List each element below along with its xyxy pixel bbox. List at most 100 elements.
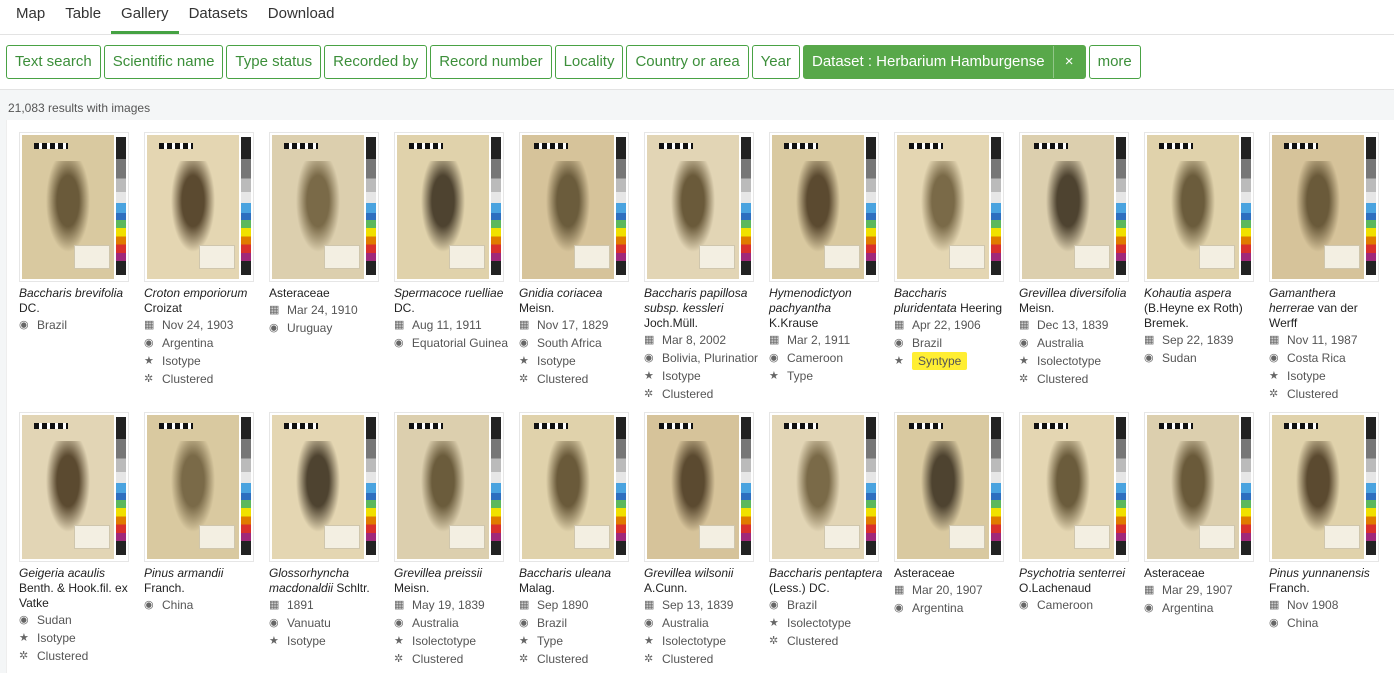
gallery-card[interactable]: Psychotria senterrei O.Lachenaud ◉ Cameroo… (1019, 412, 1133, 614)
card-date: ▦ Nov 1908 (1269, 596, 1383, 614)
card-title[interactable]: Grevillea wilsonii A.Cunn. (644, 566, 758, 596)
card-title[interactable]: Hymenodictyon pachyantha K.Krause (769, 286, 883, 331)
specimen-image[interactable] (394, 132, 504, 282)
gallery-card[interactable]: Baccharis papillosa subsp. kessleri Joch… (644, 132, 758, 403)
results-count-text: 21,083 results with images (8, 101, 151, 115)
specimen-image[interactable] (519, 412, 629, 562)
gallery-card[interactable]: Asteraceae ▦ Mar 24, 1910 ◉ Uruguay (269, 132, 383, 337)
card-country: ◉ Argentina (894, 599, 1008, 617)
card-title[interactable]: Pinus armandii Franch. (144, 566, 258, 596)
gallery-card[interactable]: Baccharis uleana Malag. ▦ Sep 1890 ◉ Brazil ★… (519, 412, 633, 668)
card-title[interactable]: Baccharis brevifolia DC. (19, 286, 133, 316)
card-title[interactable]: Pinus yunnanensis Franch. (1269, 566, 1383, 596)
globe-icon: ◉ (144, 599, 154, 611)
card-title[interactable]: Glossorhyncha macdonaldii Schltr. (269, 566, 383, 596)
gallery-card[interactable]: Gamanthera herrerae van der Werff ▦ Nov 11… (1269, 132, 1383, 403)
filter-country-or-area[interactable]: Country or area (626, 45, 749, 79)
gallery-card[interactable]: Glossorhyncha macdonaldii Schltr. ▦ 1891 ◉ V… (269, 412, 383, 650)
specimen-image[interactable] (644, 412, 754, 562)
star-icon: ★ (519, 635, 529, 647)
card-title[interactable]: Spermacoce ruelliae DC. (394, 286, 508, 316)
gallery-card[interactable]: Asteraceae ▦ Mar 20, 1907 ◉ Argentina (894, 412, 1008, 617)
card-title[interactable]: Croton emporiorum Croizat (144, 286, 258, 316)
specimen-image[interactable] (269, 412, 379, 562)
gallery-card[interactable]: Grevillea wilsonii A.Cunn. ▦ Sep 13, 1839 ◉… (644, 412, 758, 668)
tab-download[interactable]: Download (258, 0, 345, 34)
specimen-image[interactable] (1144, 132, 1254, 282)
card-country: ◉ South Africa (519, 334, 633, 352)
filter-year[interactable]: Year (751, 45, 800, 79)
scale-bar (1159, 423, 1193, 429)
card-cluster: ✲ Clustered (394, 650, 508, 668)
gallery-card[interactable]: Kohautia aspera (B.Heyne ex Roth) Bremek… (1144, 132, 1258, 367)
filter-dataset-active[interactable]: Dataset : Herbarium Hamburgense × (802, 45, 1086, 79)
card-title[interactable]: Kohautia aspera (B.Heyne ex Roth) Bremek… (1144, 286, 1258, 331)
filter-locality[interactable]: Locality (554, 45, 624, 79)
tab-gallery[interactable]: Gallery (111, 0, 179, 34)
card-title[interactable]: Asteraceae (1144, 566, 1258, 581)
specimen-image[interactable] (1019, 412, 1129, 562)
card-title[interactable]: Baccharis uleana Malag. (519, 566, 633, 596)
card-title[interactable]: Baccharis pentaptera (Less.) DC. (769, 566, 883, 596)
specimen-image[interactable] (19, 412, 129, 562)
gallery-card[interactable]: Croton emporiorum Croizat ▦ Nov 24, 1903 ◉ A… (144, 132, 258, 388)
gallery-card[interactable]: Grevillea preissii Meisn. ▦ May 19, 1839 ◉ A… (394, 412, 508, 668)
gallery-card[interactable]: Spermacoce ruelliae DC. ▦ Aug 11, 1911 ◉ Equ… (394, 132, 508, 352)
specimen-image[interactable] (1269, 132, 1379, 282)
close-icon[interactable]: × (1052, 46, 1085, 78)
specimen-image[interactable] (519, 132, 629, 282)
filter-scientific-name[interactable]: Scientific name (103, 45, 224, 79)
specimen-image[interactable] (394, 412, 504, 562)
more-filters-button[interactable]: more (1088, 45, 1141, 79)
tab-datasets[interactable]: Datasets (179, 0, 258, 34)
tab-map[interactable]: Map (6, 0, 55, 34)
specimen-image[interactable] (1269, 412, 1379, 562)
author-name: Schltr. (336, 581, 370, 595)
gallery-card[interactable]: Pinus armandii Franch. ◉ China (144, 412, 258, 614)
gallery-card[interactable]: Baccharis pluridentata Heering ▦ Apr 22, 1… (894, 132, 1008, 370)
card-meta: Hymenodictyon pachyantha K.Krause ▦ Mar 2,… (769, 282, 883, 385)
card-title[interactable]: Asteraceae (894, 566, 1008, 581)
specimen-image[interactable] (144, 132, 254, 282)
card-title[interactable]: Psychotria senterrei O.Lachenaud (1019, 566, 1133, 596)
cluster-icon: ✲ (644, 388, 654, 400)
color-chart (616, 137, 626, 275)
tab-table[interactable]: Table (55, 0, 111, 34)
card-title[interactable]: Asteraceae (269, 286, 383, 301)
filter-recorded-by[interactable]: Recorded by (324, 45, 428, 79)
gallery-card[interactable]: Baccharis pentaptera (Less.) DC. ◉ Brazil ★… (769, 412, 883, 650)
filter-record-number[interactable]: Record number (430, 45, 552, 79)
specimen-image[interactable] (769, 412, 879, 562)
filter-text-search[interactable]: Text search (6, 45, 101, 79)
gallery-card[interactable]: Gnidia coriacea Meisn. ▦ Nov 17, 1829 ◉ Sout… (519, 132, 633, 388)
specimen-image[interactable] (644, 132, 754, 282)
gallery-card[interactable]: Hymenodictyon pachyantha K.Krause ▦ Mar 2,… (769, 132, 883, 385)
specimen-image[interactable] (1019, 132, 1129, 282)
specimen-image[interactable] (1144, 412, 1254, 562)
filter-type-status[interactable]: Type status (226, 45, 322, 79)
globe-icon: ◉ (19, 319, 29, 331)
card-title[interactable]: Baccharis papillosa subsp. kessleri Joch… (644, 286, 758, 331)
gallery-card[interactable]: Baccharis brevifolia DC. ◉ Brazil (19, 132, 133, 334)
specimen-image[interactable] (894, 412, 1004, 562)
card-type: ★ Syntype (894, 352, 1008, 370)
card-title[interactable]: Gnidia coriacea Meisn. (519, 286, 633, 316)
gallery-card[interactable]: Pinus yunnanensis Franch. ▦ Nov 1908 ◉ China (1269, 412, 1383, 632)
gallery-card[interactable]: Geigeria acaulis Benth. & Hook.fil. ex V… (19, 412, 133, 665)
card-title[interactable]: Grevillea diversifolia Meisn. (1019, 286, 1133, 316)
card-title[interactable]: Grevillea preissii Meisn. (394, 566, 508, 596)
specimen-image[interactable] (269, 132, 379, 282)
card-title[interactable]: Baccharis pluridentata Heering (894, 286, 1008, 316)
specimen-image[interactable] (769, 132, 879, 282)
specimen-image[interactable] (894, 132, 1004, 282)
specimen-image[interactable] (19, 132, 129, 282)
gallery-card[interactable]: Asteraceae ▦ Mar 29, 1907 ◉ Argentina (1144, 412, 1258, 617)
color-chart (1366, 137, 1376, 275)
card-title[interactable]: Gamanthera herrerae van der Werff (1269, 286, 1383, 331)
card-type: ★ Isotype (644, 367, 758, 385)
herbarium-label (449, 245, 485, 269)
card-title[interactable]: Geigeria acaulis Benth. & Hook.fil. ex V… (19, 566, 133, 611)
specimen-image[interactable] (144, 412, 254, 562)
gallery-card[interactable]: Grevillea diversifolia Meisn. ▦ Dec 13, 18… (1019, 132, 1133, 388)
card-country-value: Sudan (37, 613, 72, 627)
